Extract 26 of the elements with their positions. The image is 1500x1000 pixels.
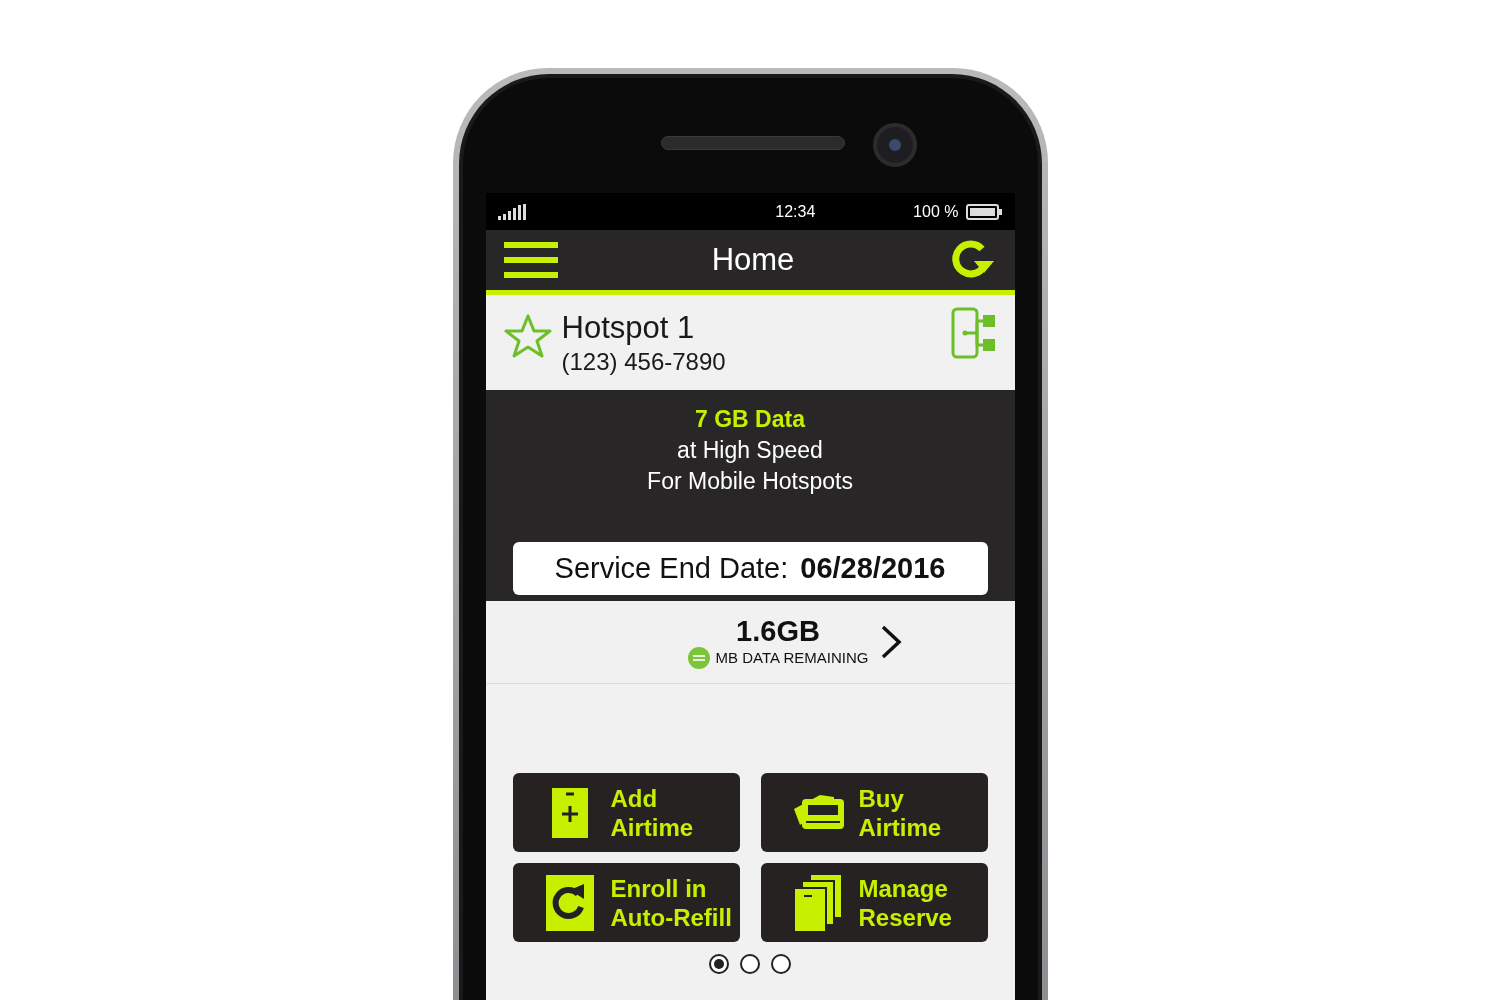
action-button[interactable]: Manage Reserve [760,863,988,942]
header-title: Home [711,240,795,279]
plan-text: at High Speed [677,436,823,465]
action-button[interactable]: Buy Airtime [760,773,988,852]
phone-number: (123) 456-7890 [561,347,726,377]
data-remaining-row[interactable]: 1.6GB MB DATA REMAINING [485,601,1015,684]
camera-lens [872,123,917,167]
data-amount: 1.6GB [736,614,820,647]
refresh-icon [545,874,594,931]
chevron-right-icon [880,624,903,660]
menu-button[interactable] [503,240,558,280]
signal-icon [497,203,528,220]
star-icon[interactable] [503,313,552,359]
service-end-label: Service End Date: [554,550,789,586]
plan-text: 7 GB Data [695,405,805,434]
account-name: Hotspot 1 [561,311,696,345]
service-end-value: 06/28/2016 [800,550,946,586]
data-icon [687,647,710,669]
status-time: 12:34 [775,201,816,222]
card-plus-icon [549,787,590,838]
action-button[interactable]: Enroll in Auto-Refill [512,863,740,942]
action-button[interactable]: Add Airtime [512,773,740,852]
battery-level-text: 100 % [913,201,959,222]
data-remaining-label: MB DATA REMAINING [715,647,869,668]
plan-text: For Mobile Hotspots [647,467,853,496]
battery-icon [966,203,1003,220]
